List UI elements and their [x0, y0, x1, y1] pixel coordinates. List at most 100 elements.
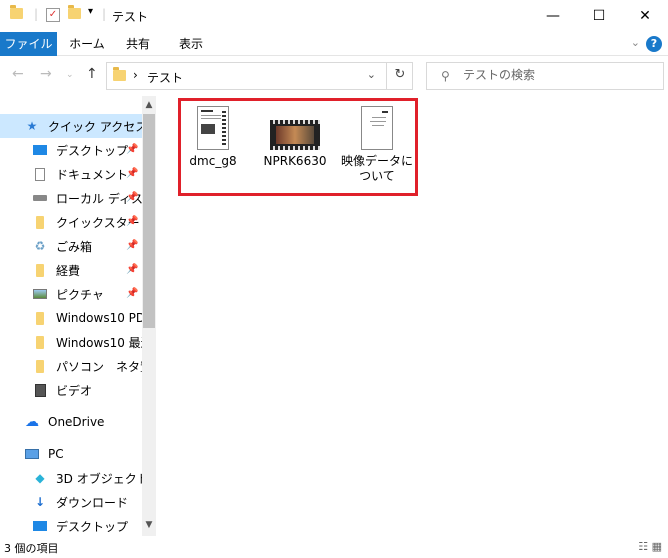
nav-item-quick-access[interactable]: ★ クイック アクセス — [0, 114, 142, 138]
new-folder-icon[interactable] — [68, 5, 81, 24]
view-toggle-icons[interactable]: ☷ ▦ — [638, 540, 662, 553]
customize-toolbar-icon[interactable]: ▾ — [88, 6, 93, 22]
nav-item-label: Windows10 最近 — [56, 335, 142, 350]
forward-arrow-icon[interactable]: → — [40, 66, 52, 82]
nav-item-label: ダウンロード — [56, 495, 129, 510]
navigation-pane: ★ クイック アクセス デスクトップ 📌 ドキュメント 📌 ローカル ディスク … — [0, 96, 158, 536]
search-input[interactable] — [463, 68, 653, 82]
nav-item-pc[interactable]: PC — [0, 442, 142, 466]
pin-icon[interactable]: 📌 — [126, 144, 138, 155]
pin-icon[interactable]: 📌 — [126, 168, 138, 179]
nav-item-downloads[interactable]: ↓ ダウンロード — [0, 490, 142, 514]
nav-item-label: クイック アクセス — [48, 119, 142, 134]
nav-item-local-disk[interactable]: ローカル ディスク — [0, 186, 142, 210]
address-dropdown-icon[interactable]: ⌄ — [367, 68, 376, 81]
recent-locations-icon[interactable]: ⌄ — [66, 70, 74, 80]
nav-item-label: Windows10 PDF — [56, 311, 142, 325]
pin-icon[interactable]: 📌 — [126, 216, 138, 227]
nav-item-label: ごみ箱 — [56, 239, 93, 254]
nav-item-expenses[interactable]: 経費 — [0, 258, 142, 282]
nav-item-documents[interactable]: ドキュメント — [0, 162, 142, 186]
file-name: NPRK6630 — [263, 154, 327, 168]
nav-item-windows10-pdf[interactable]: Windows10 PDF — [0, 306, 142, 330]
nav-item-label: デスクトップ — [56, 143, 129, 158]
tab-home[interactable]: ホーム — [62, 32, 112, 56]
nav-item-videos[interactable]: ビデオ — [0, 378, 142, 402]
nav-item-label: OneDrive — [48, 415, 105, 429]
search-box[interactable]: ⚲ — [426, 62, 664, 90]
nav-item-onedrive[interactable]: ☁ OneDrive — [0, 410, 142, 434]
help-icon[interactable]: ? — [646, 36, 662, 52]
download-icon: ↓ — [34, 495, 46, 509]
nav-item-pc-notes[interactable]: パソコン ネタ置き — [0, 354, 142, 378]
pdf-document-icon — [361, 106, 393, 150]
folder-icon — [32, 311, 48, 325]
nav-item-desktop[interactable]: デスクトップ — [0, 138, 142, 162]
pin-icon[interactable]: 📌 — [126, 288, 138, 299]
pin-icon[interactable]: 📌 — [126, 192, 138, 203]
scroll-up-icon[interactable]: ▲ — [143, 100, 155, 110]
up-arrow-icon[interactable]: ↑ — [86, 66, 98, 82]
nav-item-3d-objects[interactable]: ◆ 3D オブジェクト — [0, 466, 142, 490]
close-button[interactable]: ✕ — [622, 0, 668, 32]
nav-item-label: ビデオ — [56, 383, 93, 398]
nav-item-label: ピクチャ — [56, 287, 104, 302]
document-icon — [32, 167, 48, 181]
cloud-icon: ☁ — [25, 414, 39, 430]
pin-icon[interactable]: 📌 — [126, 240, 138, 251]
folder-icon — [32, 335, 48, 349]
breadcrumb-item[interactable]: テスト — [147, 69, 183, 86]
3d-objects-icon: ◆ — [35, 471, 45, 485]
file-name: dmc_g8 — [189, 154, 237, 168]
back-arrow-icon[interactable]: ← — [12, 66, 24, 82]
file-name-line: ついて — [359, 169, 395, 183]
title-bar: | ✓ ▾ | テスト — ☐ ✕ — [0, 0, 668, 32]
tab-view[interactable]: 表示 — [168, 32, 214, 56]
file-item[interactable]: dmc_g8 — [172, 106, 254, 169]
tab-file[interactable]: ファイル — [0, 32, 57, 56]
nav-item-pictures[interactable]: ピクチャ — [0, 282, 142, 306]
nav-item-desktop-pc[interactable]: デスクトップ — [0, 514, 142, 538]
pdf-document-icon — [197, 106, 229, 150]
nav-item-recycle-bin[interactable]: ♻ ごみ箱 — [0, 234, 142, 258]
file-list: dmc_g8 NPRK6630 映像データに ついて — [158, 96, 668, 536]
breadcrumb-separator: › — [133, 68, 138, 82]
window-title: テスト — [112, 10, 149, 24]
nav-item-label: ドキュメント — [56, 167, 129, 182]
address-row: ← → ⌄ ↑ › テスト ⌄ ↻ ⚲ — [0, 56, 668, 96]
properties-icon[interactable]: ✓ — [46, 8, 60, 22]
nav-scrollbar-thumb[interactable] — [143, 114, 155, 328]
pin-icon[interactable]: 📌 — [126, 264, 138, 275]
file-item[interactable]: 映像データに ついて — [336, 106, 418, 184]
nav-item-windows10-recent[interactable]: Windows10 最近 — [0, 330, 142, 354]
star-icon: ★ — [26, 119, 38, 133]
pc-icon — [24, 447, 40, 461]
separator: | — [102, 7, 107, 21]
desktop-icon — [32, 519, 48, 533]
file-name: 映像データに ついて — [336, 154, 418, 184]
video-icon — [32, 383, 48, 397]
drive-icon — [32, 191, 48, 205]
pictures-icon — [32, 287, 48, 301]
file-name-line: 映像データに — [340, 154, 413, 168]
item-count: 3 個の項目 — [4, 542, 59, 555]
nav-item-label: デスクトップ — [56, 519, 129, 534]
file-item[interactable]: NPRK6630 — [254, 106, 336, 169]
tab-share[interactable]: 共有 — [116, 32, 160, 56]
status-bar: 3 個の項目 ☷ ▦ — [0, 536, 668, 558]
folder-icon — [32, 263, 48, 277]
separator: | — [34, 7, 39, 21]
maximize-button[interactable]: ☐ — [576, 0, 622, 32]
nav-item-quickstart[interactable]: クイックスタート — [0, 210, 142, 234]
folder-icon — [32, 359, 48, 373]
folder-icon — [10, 5, 23, 24]
nav-item-label: 経費 — [56, 263, 81, 278]
scroll-down-icon[interactable]: ▼ — [143, 520, 155, 530]
address-bar[interactable]: › テスト ⌄ — [106, 62, 413, 90]
video-file-icon — [270, 120, 320, 150]
expand-ribbon-icon[interactable]: ⌄ — [631, 36, 640, 49]
folder-icon — [32, 215, 48, 229]
folder-icon — [113, 67, 126, 84]
minimize-button[interactable]: — — [530, 0, 576, 32]
refresh-icon[interactable]: ↻ — [386, 62, 413, 90]
